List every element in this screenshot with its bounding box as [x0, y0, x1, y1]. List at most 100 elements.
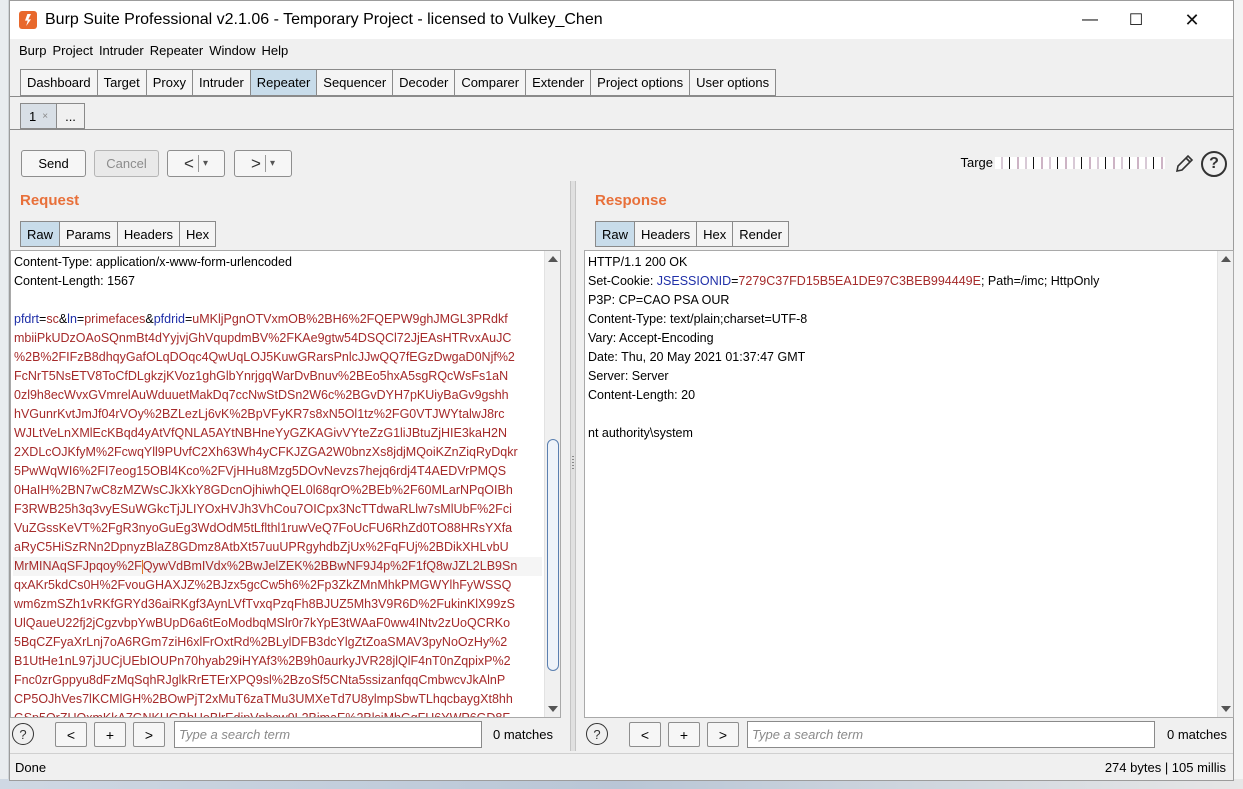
- request-search-next-button[interactable]: >: [133, 722, 165, 747]
- request-editor[interactable]: Content-Type: application/x-www-form-url…: [10, 250, 561, 718]
- response-tab-raw[interactable]: Raw: [595, 221, 635, 247]
- status-bar: Done 274 bytes | 105 millis: [10, 753, 1233, 781]
- request-line: Content-Length: 1567: [14, 274, 135, 288]
- response-lines: HTTP/1.1 200 OK Set-Cookie: JSESSIONID=72…: [587, 253, 1215, 443]
- desktop-background-right: [1233, 0, 1243, 789]
- response-line: [587, 405, 1215, 424]
- request-tab-headers[interactable]: Headers: [116, 221, 179, 247]
- param-value: hVGunrKvtJmJf04rVOy%2BZLezLj6vK%2BpVFyKR…: [14, 407, 505, 421]
- response-search-input[interactable]: [747, 721, 1155, 748]
- scroll-up-arrow-icon[interactable]: [548, 256, 558, 262]
- request-tab-hex[interactable]: Hex: [178, 221, 217, 247]
- tab-project-options[interactable]: Project options: [590, 69, 690, 96]
- pencil-icon[interactable]: [1173, 153, 1195, 175]
- tab-extender[interactable]: Extender: [525, 69, 591, 96]
- menu-project[interactable]: Project: [52, 43, 92, 58]
- response-search-prev-button[interactable]: <: [629, 722, 661, 747]
- param-value: Fnc0zrGppyu8dFzMqSqhRJglkRrETErXPQ9sl%2B…: [14, 673, 506, 687]
- request-search-prev-button[interactable]: <: [55, 722, 87, 747]
- repeater-tab-1[interactable]: 1 ×: [20, 103, 57, 129]
- desktop-background-left: [0, 0, 9, 789]
- cookie-attributes: ; Path=/imc; HttpOnly: [980, 274, 1100, 288]
- send-button[interactable]: Send: [21, 150, 86, 177]
- cancel-button[interactable]: Cancel: [94, 150, 159, 177]
- cookie-name: JSESSIONID: [656, 274, 732, 288]
- request-line: WJLtVeLnXMlEcKBqd4yAtVfQNLA5AYtNBHneYyGZ…: [13, 424, 542, 443]
- request-line: [13, 291, 542, 310]
- tab-target[interactable]: Target: [96, 69, 146, 96]
- repeater-tab-bar: 1 × ...: [20, 103, 85, 129]
- title-bar[interactable]: Burp Suite Professional v2.1.06 - Tempor…: [10, 1, 1233, 39]
- header-name: Set-Cookie:: [588, 274, 657, 288]
- history-back-button[interactable]: < ▾: [167, 150, 225, 177]
- tab-comparer[interactable]: Comparer: [454, 69, 526, 96]
- scroll-down-arrow-icon[interactable]: [548, 706, 558, 712]
- response-search-add-button[interactable]: +: [668, 722, 700, 747]
- scroll-up-arrow-icon[interactable]: [1221, 256, 1231, 262]
- request-line: 0zl9h8ecWvxGVmrelAuWduuetMakDq7ccNwStDSn…: [13, 386, 542, 405]
- menu-burp[interactable]: Burp: [19, 43, 46, 58]
- status-text: Done: [15, 760, 47, 775]
- param-value: GSp5OrZUOxmKkA7GNKHGBbHoBlrEdipVnbcw9L2B…: [14, 711, 510, 718]
- request-search-help-icon[interactable]: ?: [12, 723, 34, 745]
- request-line: CP5OJhVes7lKCMlGH%2BOwPjT2xMuT6zaTMu3UMX…: [13, 690, 542, 709]
- scroll-down-arrow-icon[interactable]: [1221, 706, 1231, 712]
- menu-repeater[interactable]: Repeater: [150, 43, 203, 58]
- response-tab-hex[interactable]: Hex: [696, 221, 733, 247]
- request-line: FcNrT5NsETV8ToCfDLgkzjKVoz1ghGlbYnrjgqWa…: [13, 367, 542, 386]
- response-editor[interactable]: HTTP/1.1 200 OK Set-Cookie: JSESSIONID=72…: [584, 250, 1234, 718]
- tab-sequencer[interactable]: Sequencer: [316, 69, 393, 96]
- response-search-help-icon[interactable]: ?: [586, 723, 608, 745]
- minimize-button[interactable]: —: [1067, 1, 1113, 39]
- tab-proxy[interactable]: Proxy: [145, 69, 192, 96]
- request-search-add-button[interactable]: +: [94, 722, 126, 747]
- param-name: pfdrid: [153, 312, 185, 326]
- request-line: Fnc0zrGppyu8dFzMqSqhRJglkRrETErXPQ9sl%2B…: [13, 671, 542, 690]
- response-stats: 274 bytes | 105 millis: [1104, 760, 1226, 775]
- param-value: VuZGssKeVT%2FgR3nyoGuEg3WdOdM5tLflthl1ru…: [14, 521, 513, 535]
- tab-intruder[interactable]: Intruder: [191, 69, 250, 96]
- chevron-left-icon: <: [184, 153, 194, 173]
- tab-decoder[interactable]: Decoder: [392, 69, 455, 96]
- param-value: uMKljPgnOTVxmOB%2BH6%2FQEPW9ghJMGL3PRdkf: [192, 312, 508, 326]
- param-value: WJLtVeLnXMlEcKBqd4yAtVfQNLA5AYtNBHneYyGZ…: [14, 426, 508, 440]
- request-line: B1UtHe1nL97jJUCjUEbIOUPn70hyab29iHYAf3%2…: [13, 652, 542, 671]
- param-value: wm6zmSZh1vRKfGRYd36aiRKgf3AynLVfTvxqPzqF…: [14, 597, 515, 611]
- request-scrollbar[interactable]: [544, 251, 560, 717]
- menu-window[interactable]: Window: [209, 43, 255, 58]
- split-pane-divider[interactable]: [570, 181, 576, 751]
- response-line: Set-Cookie: JSESSIONID=7279C37FD15B5EA1D…: [588, 274, 1100, 288]
- param-value: 5PwWqWI6%2FI7eog15OBl4Kco%2FVjHHu8Mzg5DO…: [14, 464, 507, 478]
- response-tab-headers[interactable]: Headers: [634, 221, 697, 247]
- request-line: VuZGssKeVT%2FgR3nyoGuEg3WdOdM5tLflthl1ru…: [13, 519, 542, 538]
- response-scrollbar[interactable]: [1217, 251, 1233, 717]
- close-tab-icon[interactable]: ×: [42, 111, 48, 122]
- request-tab-params[interactable]: Params: [59, 221, 117, 247]
- cookie-value: 7279C37FD15B5EA1DE97C3BEB994449E: [738, 274, 981, 288]
- param-value: CP5OJhVes7lKCMlGH%2BOwPjT2xMuT6zaTMu3UMX…: [14, 692, 513, 706]
- help-icon[interactable]: ?: [1201, 151, 1227, 177]
- request-search-input[interactable]: [174, 721, 482, 748]
- tab-dashboard[interactable]: Dashboard: [20, 69, 97, 96]
- menu-help[interactable]: Help: [261, 43, 288, 58]
- response-tab-render[interactable]: Render: [732, 221, 789, 247]
- tab-repeater[interactable]: Repeater: [249, 69, 317, 96]
- request-tab-raw[interactable]: Raw: [20, 221, 60, 247]
- menu-intruder[interactable]: Intruder: [99, 43, 144, 58]
- param-value: qxAKr5kdCs0H%2FvouGHAXJZ%2BJzx5gcCw5h6%2…: [14, 578, 512, 592]
- tab-user-options[interactable]: User options: [689, 69, 777, 96]
- response-match-count: 0 matches: [1167, 727, 1227, 742]
- request-line: UlQaueU22fj2jCgzvbpYwBUpD6a6tEoModbqMSlr…: [13, 614, 542, 633]
- param-value: QywVdBmIVdx%2BwJelZEK%2BBwNF9J4p%2F1fQ8w…: [142, 559, 518, 573]
- request-scroll-thumb[interactable]: [547, 439, 559, 671]
- close-button[interactable]: ✕: [1169, 1, 1215, 39]
- dropdown-arrow-icon: ▾: [269, 158, 275, 169]
- request-line: hVGunrKvtJmJf04rVOy%2BZLezLj6vK%2BpVFyKR…: [13, 405, 542, 424]
- response-line: Vary: Accept-Encoding: [588, 331, 714, 345]
- param-name: pfdrt: [14, 312, 40, 326]
- history-forward-button[interactable]: > ▾: [234, 150, 292, 177]
- maximize-button[interactable]: ☐: [1113, 1, 1159, 39]
- new-repeater-tab[interactable]: ...: [56, 103, 85, 129]
- response-search-next-button[interactable]: >: [707, 722, 739, 747]
- request-line: 5PwWqWI6%2FI7eog15OBl4Kco%2FVjHHu8Mzg5DO…: [13, 462, 542, 481]
